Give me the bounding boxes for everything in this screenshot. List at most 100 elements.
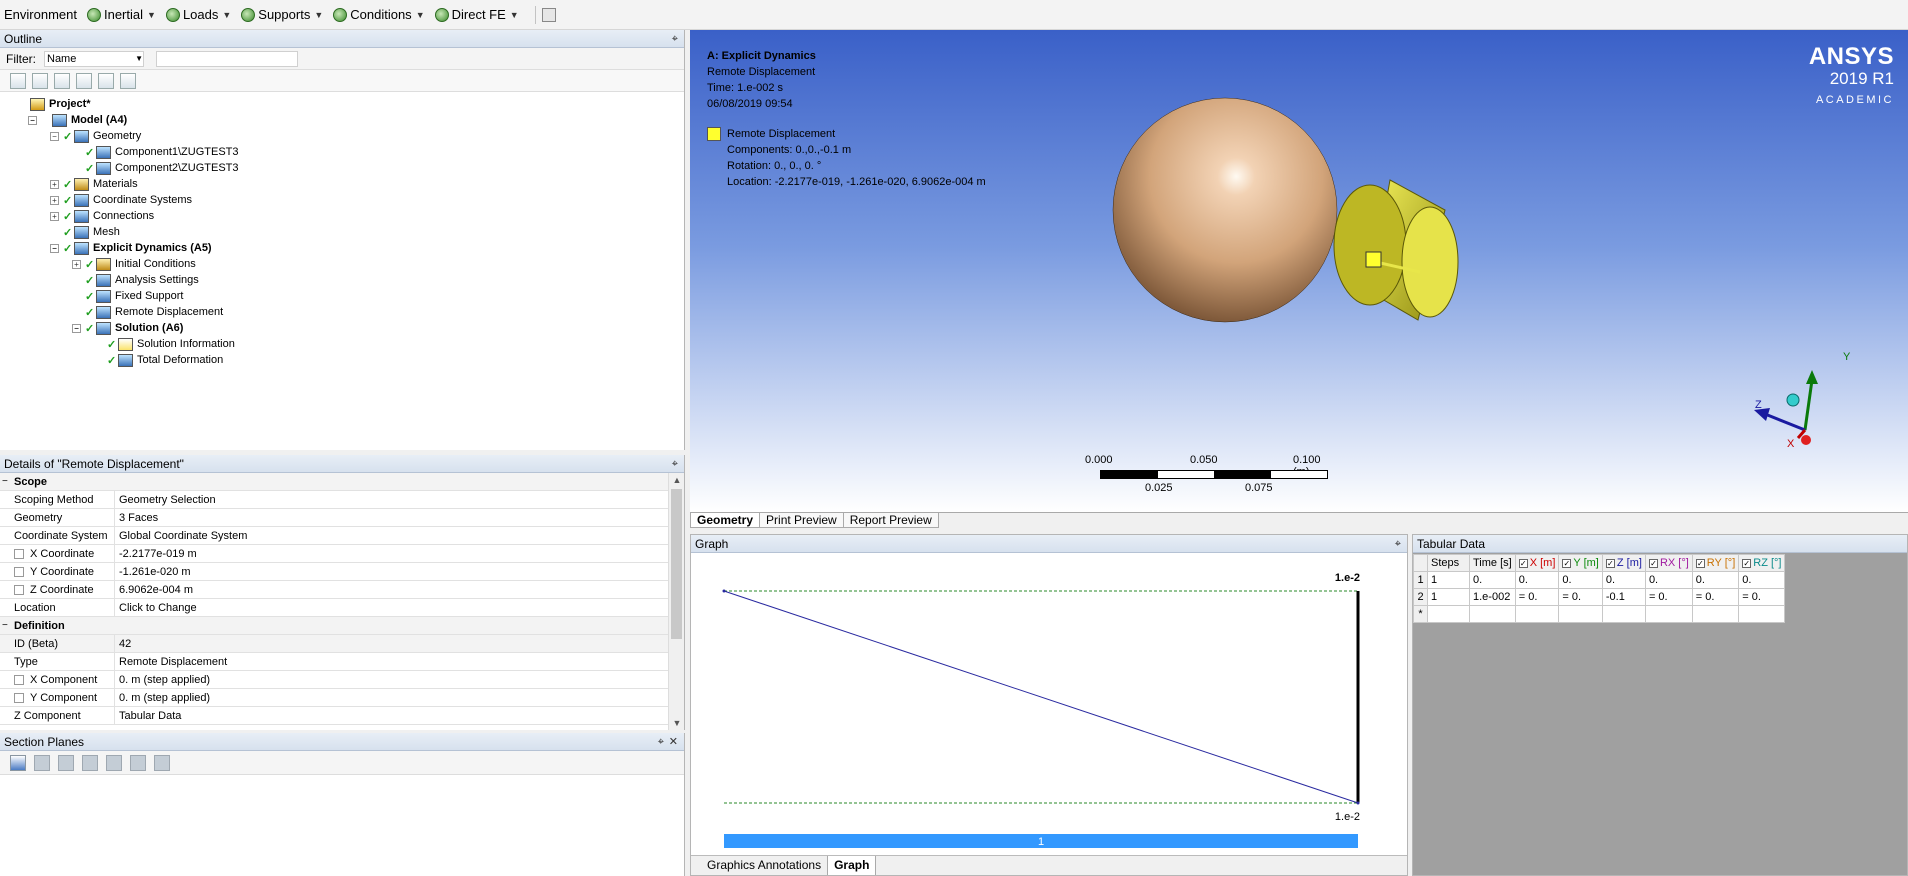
details-value[interactable]: 6.9062e-004 m	[115, 581, 668, 598]
table-cell[interactable]	[1427, 605, 1470, 623]
table-cell[interactable]: 0.	[1558, 571, 1603, 589]
collapse-icon[interactable]: −	[72, 323, 81, 333]
toolbar-loads-button[interactable]: Loads ▼	[165, 7, 231, 22]
details-value[interactable]: Click to Change	[115, 599, 668, 616]
row-header[interactable]: *	[1413, 605, 1428, 623]
tab-graphics-annotations[interactable]: Graphics Annotations	[701, 856, 829, 875]
toolbar-extra-icon[interactable]	[541, 7, 556, 22]
table-cell[interactable]	[1469, 605, 1516, 623]
details-row-coordinate-system[interactable]: Coordinate System Global Coordinate Syste…	[0, 527, 668, 545]
cap-icon[interactable]	[106, 754, 122, 771]
pin-icon[interactable]: ⌖	[1395, 535, 1401, 553]
tab-geometry[interactable]: Geometry	[690, 513, 761, 528]
details-row-y-component[interactable]: Y Component 0. m (step applied)	[0, 689, 668, 707]
triad-iso-ball[interactable]	[1786, 393, 1800, 407]
table-cell[interactable]: 0.	[1691, 571, 1740, 589]
table-cell[interactable]	[1514, 605, 1560, 623]
details-row-scoping-method[interactable]: Scoping Method Geometry Selection	[0, 491, 668, 509]
table-cell[interactable]: = 0.	[1558, 588, 1603, 606]
table-cell[interactable]: 1	[1427, 571, 1470, 589]
toolbar-supports-button[interactable]: Supports ▼	[241, 7, 323, 22]
pin-icon[interactable]: ⌖	[672, 455, 678, 473]
table-cell[interactable]: 1	[1427, 588, 1470, 606]
tree-node-total-deformation[interactable]: ✓ Total Deformation	[0, 352, 684, 368]
expand-all-icon[interactable]	[76, 72, 92, 89]
table-row[interactable]: 1 1 0. 0. 0. 0. 0. 0. 0.	[1413, 571, 1786, 589]
column-checkbox[interactable]: ✓	[1695, 558, 1705, 568]
tree-node-analysis-settings[interactable]: ✓ Analysis Settings	[0, 272, 684, 288]
column-header[interactable]: ✓ RZ [°]	[1738, 554, 1786, 572]
tree-node-materials[interactable]: + ✓ Materials	[0, 176, 684, 192]
edit-icon[interactable]	[82, 754, 98, 771]
collapse-icon[interactable]: −	[28, 115, 37, 125]
scroll-thumb[interactable]	[671, 489, 682, 639]
tree-node-coordinate-systems[interactable]: + ✓ Coordinate Systems	[0, 192, 684, 208]
collapse-icon[interactable]: −	[50, 131, 59, 141]
column-checkbox[interactable]: ✓	[1518, 558, 1528, 568]
details-row-id-beta[interactable]: ID (Beta) 42	[0, 635, 668, 653]
copy-icon[interactable]	[34, 754, 50, 771]
tree-node-component2-zugtest3[interactable]: ✓ Component2\ZUGTEST3	[0, 160, 684, 176]
table-cell[interactable]: = 0.	[1691, 588, 1740, 606]
toolbar-direct-fe-button[interactable]: Direct FE ▼	[434, 7, 519, 22]
details-value[interactable]: -2.2177e-019 m	[115, 545, 668, 562]
column-header[interactable]: ✓ Z [m]	[1601, 554, 1646, 572]
expand-icon[interactable]: +	[72, 259, 81, 269]
expand-icon[interactable]: +	[50, 195, 59, 205]
tree-node-solution-information[interactable]: ✓ Solution Information	[0, 336, 684, 352]
graph-plot[interactable]: 1.e-2 1.e-2 1	[691, 555, 1407, 855]
column-checkbox[interactable]: ✓	[1648, 558, 1658, 568]
graphics-viewport[interactable]: A: Explicit Dynamics Remote Displacement…	[690, 30, 1908, 512]
details-row-z-component[interactable]: Z Component Tabular Data	[0, 707, 668, 725]
parameter-checkbox[interactable]	[14, 567, 24, 577]
delete-icon[interactable]	[58, 754, 74, 771]
details-value[interactable]: -1.261e-020 m	[115, 563, 668, 580]
details-section-scope[interactable]: Scope	[0, 473, 668, 491]
toolbar-conditions-button[interactable]: Conditions ▼	[333, 7, 425, 22]
details-row-y-coordinate[interactable]: Y Coordinate -1.261e-020 m	[0, 563, 668, 581]
pin-icon[interactable]: ⌖	[672, 30, 678, 48]
parameter-checkbox[interactable]	[14, 693, 24, 703]
parameter-checkbox[interactable]	[14, 585, 24, 595]
column-header[interactable]: Time [s]	[1469, 554, 1516, 572]
table-cell[interactable]: = 0.	[1738, 588, 1786, 606]
table-cell[interactable]: 0.	[1469, 571, 1516, 589]
details-value[interactable]: Geometry Selection	[115, 491, 668, 508]
column-header[interactable]: ✓ RY [°]	[1691, 554, 1740, 572]
toolbar-environment-button[interactable]: Environment	[4, 7, 77, 22]
table-cell[interactable]	[1601, 605, 1646, 623]
table-cell[interactable]: 0.	[1601, 571, 1646, 589]
tree-node-geometry[interactable]: − ✓ Geometry	[0, 128, 684, 144]
table-cell[interactable]: = 0.	[1514, 588, 1560, 606]
filter-select[interactable]: Name ▼	[44, 50, 144, 67]
tree-filter-icon[interactable]	[54, 72, 70, 89]
details-row-x-component[interactable]: X Component 0. m (step applied)	[0, 671, 668, 689]
tabular-data-table[interactable]: Steps Time [s] ✓ X [m] ✓ Y [m] ✓ Z [m] ✓ RX [°] ✓ R…	[1413, 554, 1786, 623]
hide-icon[interactable]	[130, 754, 146, 771]
details-row-geometry[interactable]: Geometry 3 Faces	[0, 509, 668, 527]
details-value[interactable]: 42	[115, 635, 668, 652]
table-cell[interactable]: 1.e-002	[1469, 588, 1516, 606]
table-cell[interactable]: 0.	[1514, 571, 1560, 589]
table-row[interactable]: 2 1 1.e-002 = 0. = 0. -0.1 = 0. = 0. = 0.	[1413, 588, 1786, 606]
remote-point-marker[interactable]	[1365, 251, 1382, 268]
folder-icon[interactable]	[98, 72, 114, 89]
tree-node-initial-conditions[interactable]: + ✓ Initial Conditions	[0, 256, 684, 272]
table-cell[interactable]	[1691, 605, 1740, 623]
tree-node-explicit-dynamics-a5[interactable]: − ✓ Explicit Dynamics (A5)	[0, 240, 684, 256]
scroll-up-icon[interactable]: ▲	[669, 473, 685, 487]
table-row[interactable]: *	[1413, 605, 1786, 623]
details-value[interactable]: 0. m (step applied)	[115, 671, 668, 688]
row-header[interactable]: 1	[1413, 571, 1428, 589]
tree-node-solution-a6[interactable]: − ✓ Solution (A6)	[0, 320, 684, 336]
details-value[interactable]: Remote Displacement	[115, 653, 668, 670]
expand-icon[interactable]: +	[50, 179, 59, 189]
table-cell[interactable]	[1738, 605, 1786, 623]
details-scrollbar[interactable]: ▲ ▼	[668, 473, 684, 730]
column-header[interactable]: ✓ RX [°]	[1644, 554, 1693, 572]
table-cell[interactable]: -0.1	[1601, 588, 1646, 606]
details-section-definition[interactable]: Definition	[0, 617, 668, 635]
parameter-checkbox[interactable]	[14, 549, 24, 559]
cylinder-end-face[interactable]	[1401, 206, 1459, 318]
show-icon[interactable]	[154, 754, 170, 771]
